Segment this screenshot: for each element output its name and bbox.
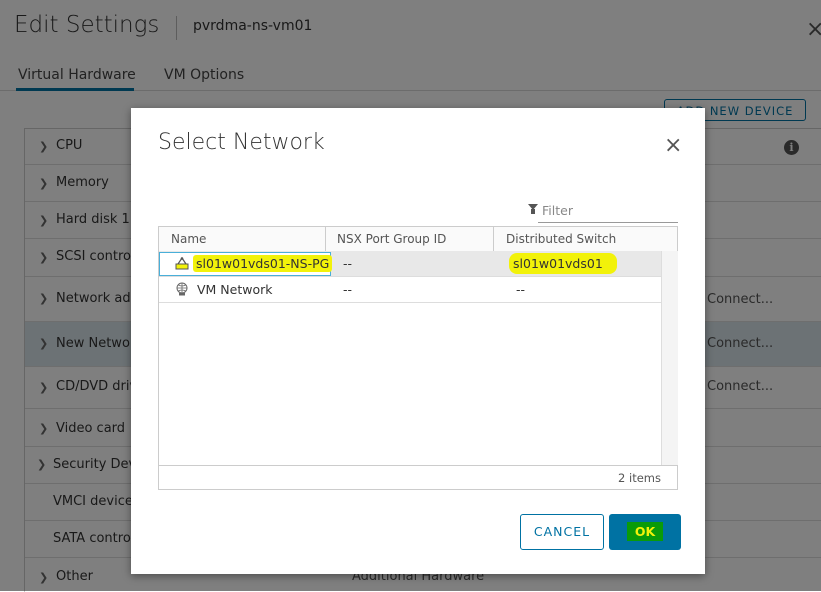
standard-network-icon (176, 282, 188, 296)
close-icon[interactable]: × (664, 133, 682, 158)
network-name-cell: VM Network (197, 282, 273, 297)
ok-button-label: OK (626, 522, 664, 541)
filter-placeholder: Filter (542, 203, 573, 218)
table-row[interactable]: VM Network -- -- (159, 277, 661, 303)
distributed-portgroup-icon (175, 256, 189, 270)
network-datagrid: Name NSX Port Group ID Distributed Switc… (158, 226, 678, 490)
column-separator[interactable] (493, 227, 494, 251)
column-separator[interactable] (325, 227, 326, 251)
filter-icon-stem (531, 209, 535, 214)
datagrid-footer: 2 items (159, 465, 677, 490)
filter-input[interactable]: Filter (528, 201, 678, 223)
cancel-button[interactable]: CANCEL (520, 514, 604, 550)
dialog-title: Select Network (158, 130, 325, 155)
column-header-distributed-switch[interactable]: Distributed Switch (506, 232, 616, 246)
select-network-dialog: Select Network × Filter Name NSX Port Gr… (131, 108, 705, 574)
nsx-port-group-cell: -- (343, 282, 353, 297)
distributed-switch-text: sl01w01vds01 (509, 253, 617, 274)
column-header-nsx-port-group-id[interactable]: NSX Port Group ID (337, 232, 446, 246)
distributed-switch-cell: -- (516, 282, 526, 297)
column-header-name[interactable]: Name (171, 232, 206, 246)
table-row[interactable]: sl01w01vds01-NS-PG -- sl01w01vds01 (159, 251, 661, 277)
ok-button[interactable]: OK (609, 514, 681, 550)
network-name-text: sl01w01vds01-NS-PG (193, 255, 333, 272)
nsx-port-group-cell: -- (343, 256, 353, 271)
datagrid-header: Name NSX Port Group ID Distributed Switc… (159, 227, 677, 252)
items-count: 2 items (618, 471, 661, 485)
distributed-switch-cell: sl01w01vds01 (509, 253, 617, 274)
network-name-cell: sl01w01vds01-NS-PG (193, 255, 333, 272)
datagrid-scrollbar[interactable] (661, 251, 678, 465)
